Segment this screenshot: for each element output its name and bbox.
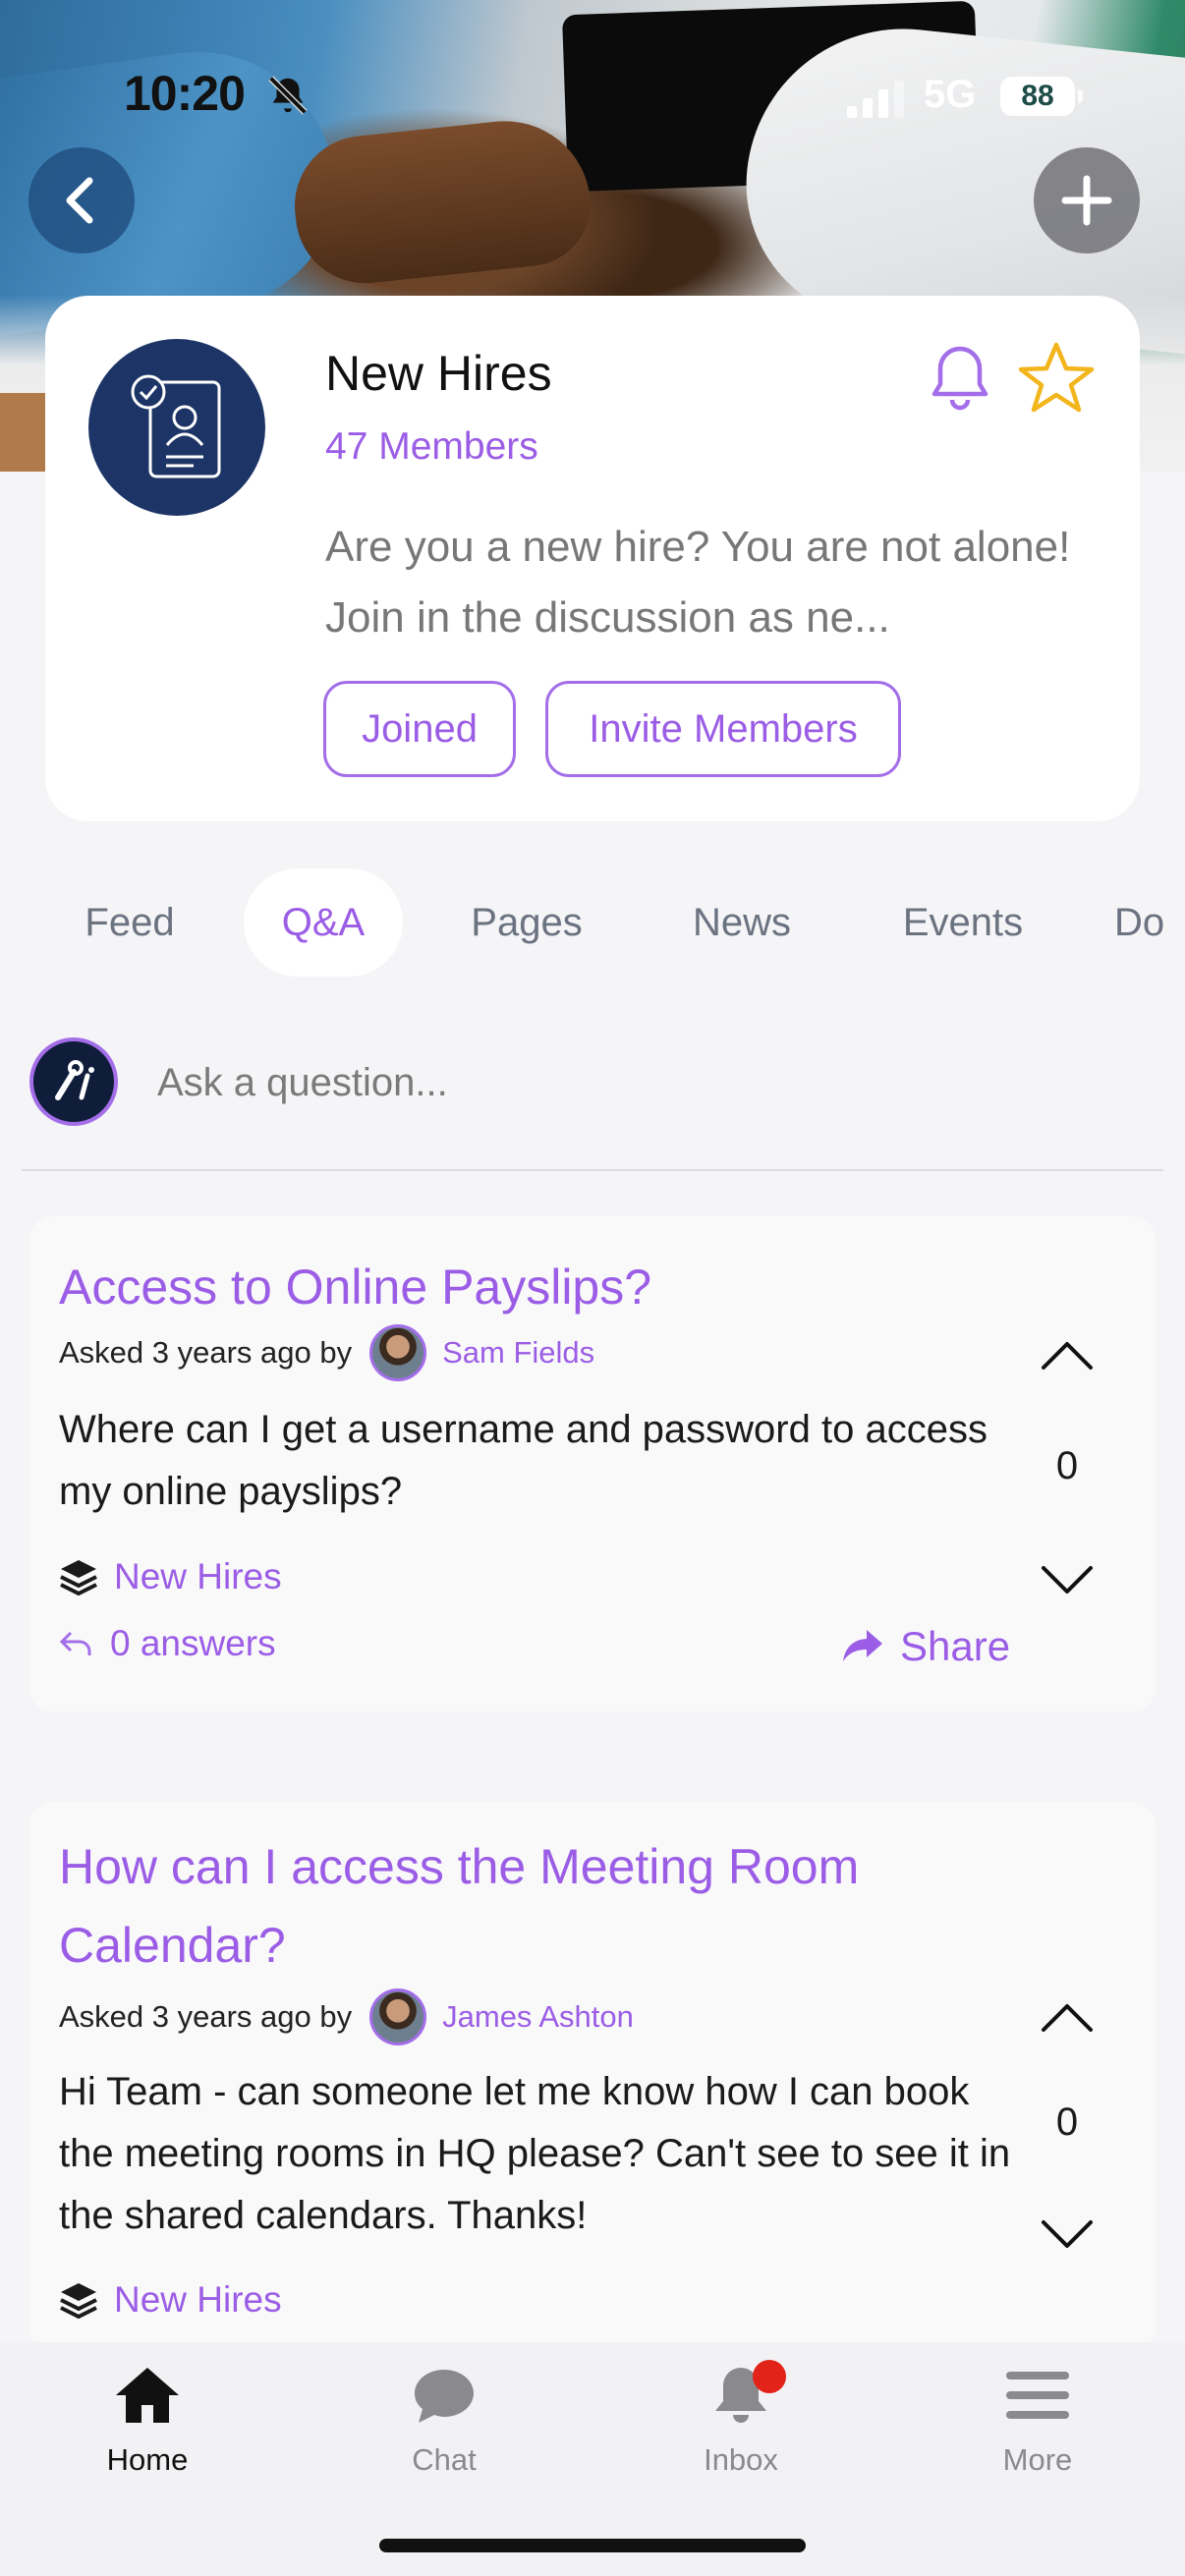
question-title[interactable]: Access to Online Payslips? xyxy=(59,1248,1042,1326)
downvote-chevron-icon[interactable] xyxy=(1038,1560,1097,1599)
tab-docs[interactable]: Do xyxy=(1114,868,1185,977)
question-meta: Asked 3 years ago by Sam Fields xyxy=(59,1324,594,1381)
nav-chat[interactable]: Chat xyxy=(346,2364,542,2478)
member-count-link[interactable]: 47 Members xyxy=(325,425,538,469)
tab-pages[interactable]: Pages xyxy=(448,868,605,977)
nav-inbox-label: Inbox xyxy=(704,2442,778,2477)
group-title: New Hires xyxy=(325,346,552,401)
chat-bubble-icon xyxy=(415,2370,474,2423)
invite-members-button[interactable]: Invite Members xyxy=(545,681,901,777)
asked-label: Asked 3 years ago by xyxy=(59,1999,353,2034)
id-badge-icon xyxy=(131,374,221,478)
divider xyxy=(22,1169,1163,1171)
home-icon xyxy=(116,2368,179,2423)
chevron-left-icon xyxy=(66,177,93,224)
battery-indicator: 88 xyxy=(1000,77,1083,116)
tag-label[interactable]: New Hires xyxy=(114,2279,282,2321)
author-avatar[interactable] xyxy=(369,1988,427,2045)
reply-icon xyxy=(59,1631,91,1655)
group-description: Are you a new hire? You are not alone! J… xyxy=(325,523,1071,642)
tag-label[interactable]: New Hires xyxy=(114,1556,282,1597)
question-card[interactable]: How can I access the Meeting Room Calend… xyxy=(29,1802,1156,2352)
group-page: 10:20 5G 88 New Hires 47 Members Are you… xyxy=(0,0,1185,2576)
upvote-chevron-icon[interactable] xyxy=(1038,1998,1097,2038)
share-arrow-icon xyxy=(843,1630,882,1661)
vote-count: 0 xyxy=(1055,2100,1079,2144)
tab-qa[interactable]: Q&A xyxy=(244,868,403,977)
question-body: Where can I get a username and password … xyxy=(59,1408,988,1513)
silent-mode-icon xyxy=(268,76,308,115)
layers-icon xyxy=(60,1560,97,1596)
plus-icon xyxy=(1061,175,1112,226)
status-time: 10:20 xyxy=(124,66,246,121)
downvote-chevron-icon[interactable] xyxy=(1038,2214,1097,2254)
notification-dot xyxy=(753,2360,786,2393)
tab-news[interactable]: News xyxy=(668,868,816,977)
group-avatar xyxy=(88,339,265,516)
hamburger-menu-icon xyxy=(1006,2372,1069,2419)
question-card[interactable]: Access to Online Payslips? Asked 3 years… xyxy=(29,1216,1156,1711)
layers-icon xyxy=(60,2283,97,2319)
question-tag[interactable]: New Hires xyxy=(59,2279,282,2321)
nav-home-label: Home xyxy=(106,2442,189,2477)
ask-question-input[interactable]: Ask a question... xyxy=(157,1045,1120,1120)
group-header-card: New Hires 47 Members Are you a new hire?… xyxy=(45,296,1140,821)
share-label[interactable]: Share xyxy=(900,1623,1010,1670)
question-title[interactable]: How can I access the Meeting Room Calend… xyxy=(59,1827,1002,1985)
joined-button[interactable]: Joined xyxy=(323,681,516,777)
answers-count[interactable]: 0 answers xyxy=(110,1623,276,1664)
network-type: 5G xyxy=(924,73,977,116)
question-tag[interactable]: New Hires xyxy=(59,1556,282,1597)
question-body: Hi Team - can someone let me know how I … xyxy=(59,2070,1011,2237)
author-name[interactable]: Sam Fields xyxy=(442,1335,594,1371)
tab-feed[interactable]: Feed xyxy=(61,868,198,977)
back-button[interactable] xyxy=(28,147,135,253)
author-name[interactable]: James Ashton xyxy=(442,1999,634,2035)
nav-home[interactable]: Home xyxy=(49,2364,246,2478)
notification-bell-icon[interactable] xyxy=(924,341,996,414)
upvote-chevron-icon[interactable] xyxy=(1038,1336,1097,1375)
asked-label: Asked 3 years ago by xyxy=(59,1335,353,1370)
tools-logo-icon xyxy=(55,1060,94,1100)
add-button[interactable] xyxy=(1034,147,1140,253)
nav-more[interactable]: More xyxy=(939,2364,1136,2478)
cellular-signal-icon xyxy=(847,81,904,118)
author-avatar[interactable] xyxy=(369,1324,427,1381)
answers-link[interactable]: 0 answers xyxy=(59,1623,276,1664)
user-avatar[interactable] xyxy=(29,1037,118,1126)
group-tabs: Feed Q&A Pages News Events Do xyxy=(0,868,1185,977)
favorite-star-icon[interactable] xyxy=(1018,341,1095,414)
question-meta: Asked 3 years ago by James Ashton xyxy=(59,1988,634,2045)
share-button[interactable]: Share xyxy=(841,1623,1010,1670)
home-indicator[interactable] xyxy=(379,2539,806,2552)
nav-inbox[interactable]: Inbox xyxy=(643,2360,839,2478)
nav-more-label: More xyxy=(1002,2442,1073,2477)
nav-chat-label: Chat xyxy=(412,2442,477,2477)
tab-events[interactable]: Events xyxy=(875,868,1051,977)
vote-count: 0 xyxy=(1055,1444,1079,1487)
